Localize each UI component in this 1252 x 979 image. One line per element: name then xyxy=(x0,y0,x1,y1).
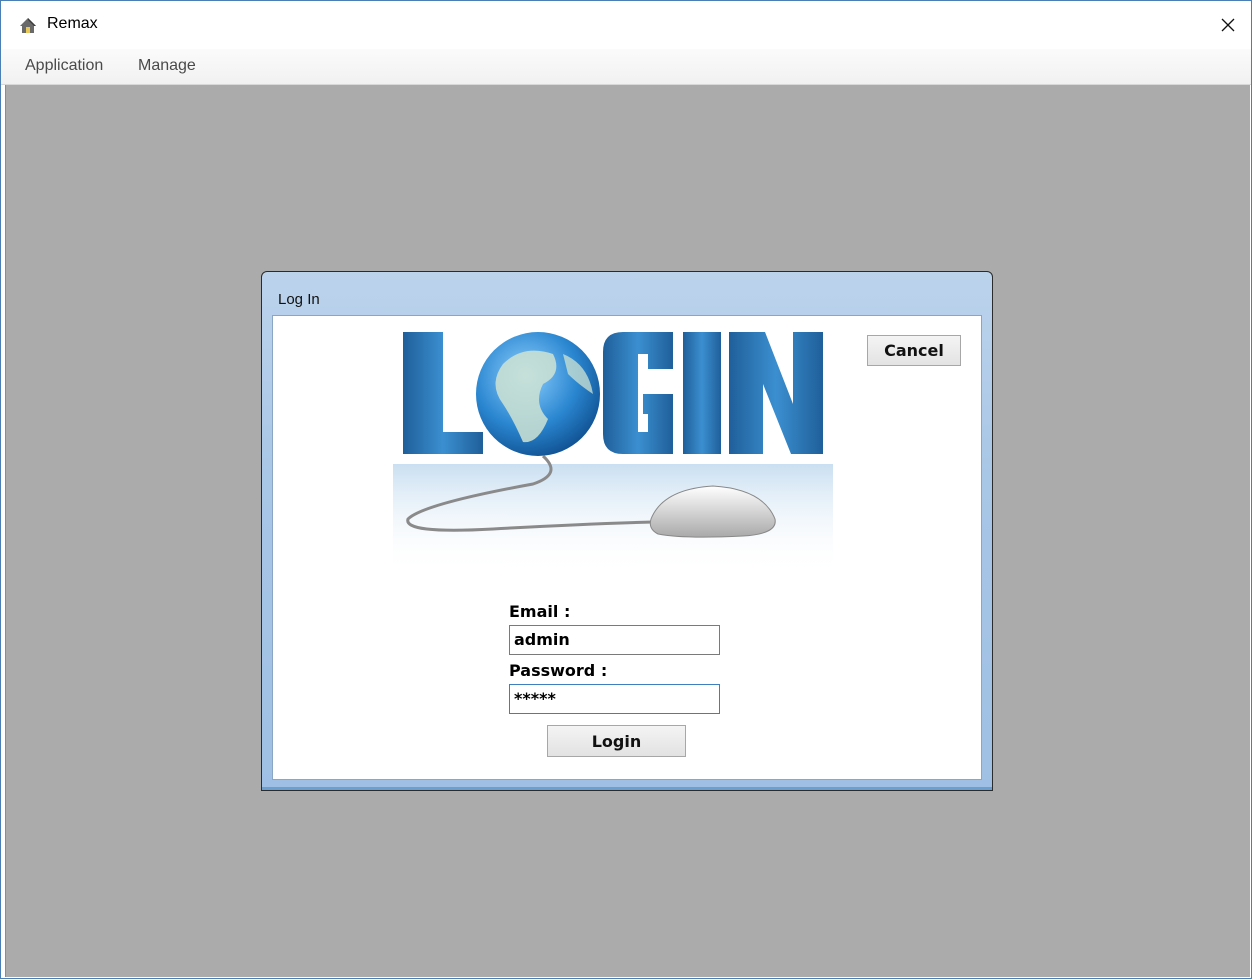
title-bar: Remax xyxy=(1,1,1251,49)
mdi-workspace: Log In Cancel Email: admin Password: *… xyxy=(5,85,1250,977)
window-title: Remax xyxy=(47,15,98,32)
login-logo-image xyxy=(393,332,833,574)
app-window: Remax Application Manage Log In Cancel E… xyxy=(0,0,1252,979)
menu-item-manage[interactable]: Manage xyxy=(138,57,196,75)
dialog-title: Log In xyxy=(278,291,320,308)
password-label: Password : xyxy=(509,661,608,680)
menu-item-application[interactable]: Application xyxy=(25,57,103,75)
email-label: Email : xyxy=(509,602,571,621)
menu-bar: Application Manage xyxy=(1,49,1251,85)
email-field[interactable]: admin xyxy=(509,625,720,655)
close-icon xyxy=(1221,18,1235,32)
dialog-bottom-edge xyxy=(262,787,992,790)
login-button[interactable]: Login xyxy=(547,725,686,757)
dialog-body: Cancel Email : admin Password : ***** Lo… xyxy=(272,315,982,780)
login-dialog: Log In Cancel Email: admin Password: *… xyxy=(261,271,993,791)
house-icon xyxy=(20,18,36,33)
password-field[interactable]: ***** xyxy=(509,684,720,714)
close-button[interactable] xyxy=(1205,1,1251,49)
cancel-button[interactable]: Cancel xyxy=(867,335,961,366)
